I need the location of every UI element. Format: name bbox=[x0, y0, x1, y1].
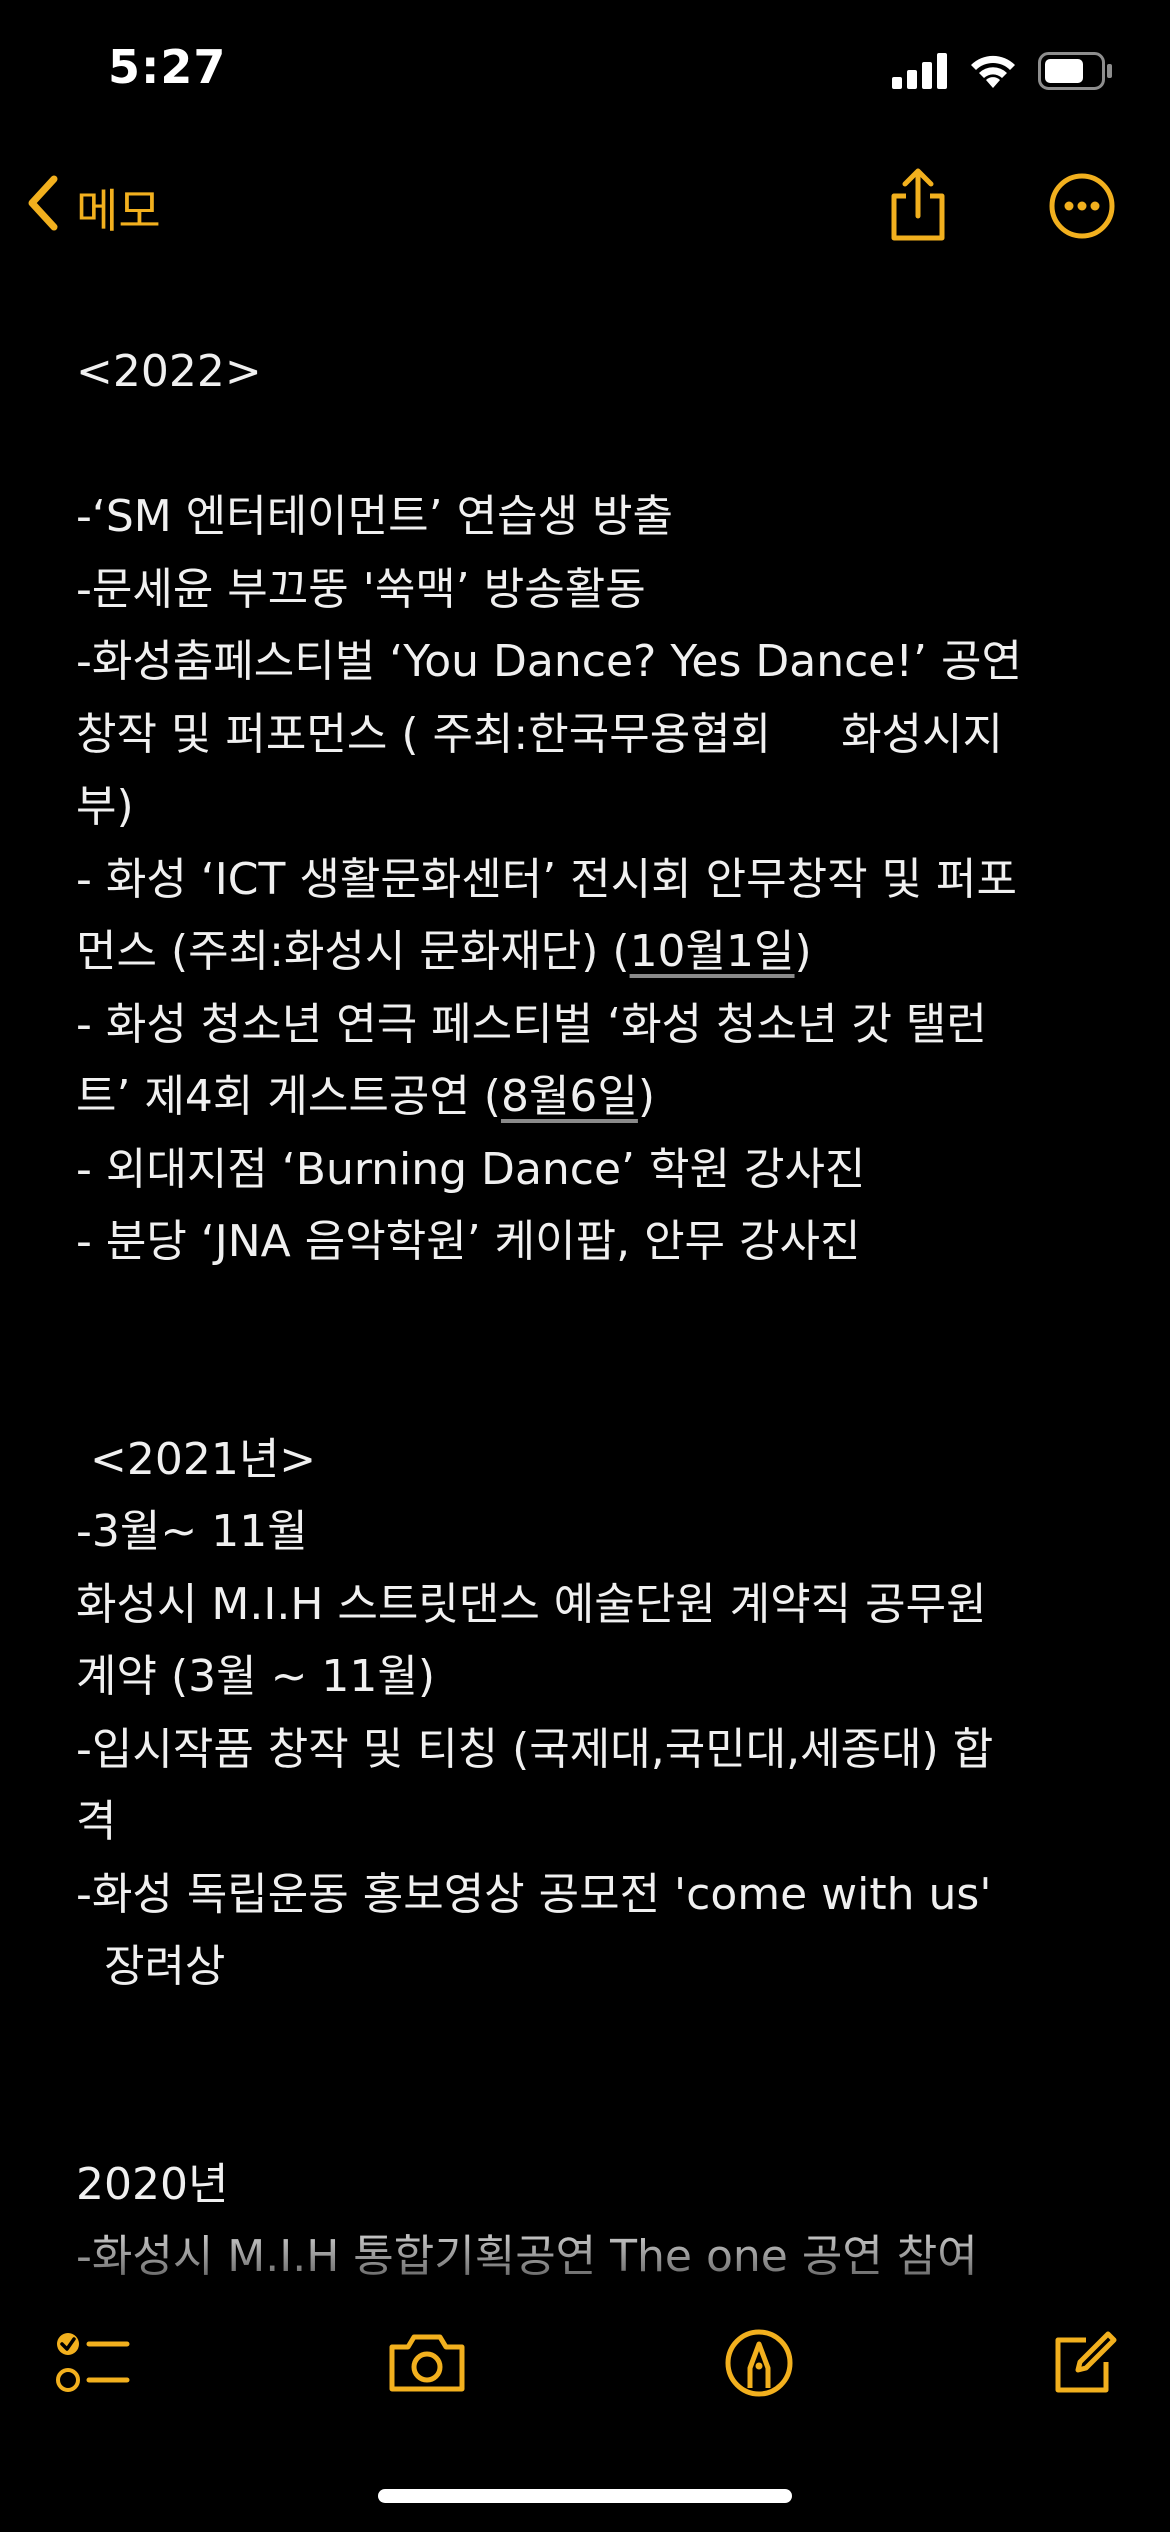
note-line: <2021년> bbox=[76, 1433, 317, 1485]
note-line: 2020년 bbox=[76, 2158, 229, 2210]
note-line: - 화성 청소년 연극 페스티벌 ‘화성 청소년 갓 탤런 bbox=[76, 998, 987, 1050]
note-line: -화성시 M.I.H 통합기획공연 The one 공연 참여 bbox=[76, 2231, 978, 2282]
note-line: 격 bbox=[76, 1796, 117, 1847]
status-bar: 5:27 bbox=[0, 0, 1170, 140]
note-line: - 분당 ‘JNA 음악학원’ 케이팝, 안무 강사진 bbox=[76, 1216, 861, 1267]
back-button[interactable]: 메모 bbox=[22, 170, 161, 246]
nav-bar: 메모 bbox=[0, 150, 1170, 265]
note-line: -화성춤페스티벌 ‘You Dance? Yes Dance!’ 공연 bbox=[76, 636, 1022, 687]
date-link[interactable]: 10월1일 bbox=[630, 926, 795, 977]
note-line: 트’ 제4회 게스트공연 (8월6일) bbox=[76, 1071, 656, 1122]
note-line: <2022> bbox=[76, 346, 262, 397]
note-line: - 화성 ‘ICT 생활문화센터’ 전시회 안무창작 및 퍼포 bbox=[76, 853, 1017, 905]
compose-button[interactable] bbox=[1038, 2320, 1128, 2410]
chevron-left-icon bbox=[22, 173, 62, 244]
markup-pen-icon bbox=[724, 2328, 794, 2402]
status-time: 5:27 bbox=[108, 40, 227, 94]
note-line: 먼스 (주최:화성시 문화재단) (10월1일) bbox=[76, 926, 812, 977]
share-icon bbox=[886, 168, 950, 248]
note-line: -3월~ 11월 bbox=[76, 1506, 308, 1557]
note-line: - 외대지점 ‘Burning Dance’ 학원 강사진 bbox=[76, 1143, 866, 1195]
note-line bbox=[76, 2004, 1106, 2077]
back-label: 메모 bbox=[76, 184, 161, 238]
note-line: -입시작품 창작 및 티칭 (국제대,국민대,세종대) 합 bbox=[76, 1723, 994, 1775]
more-button[interactable] bbox=[1044, 170, 1120, 246]
checklist-button[interactable] bbox=[48, 2320, 138, 2410]
note-line: -‘SM 엔터테이먼트’ 연습생 방출 bbox=[76, 491, 673, 542]
more-options-icon bbox=[1048, 172, 1116, 244]
cellular-signal-icon bbox=[892, 53, 948, 93]
share-button[interactable] bbox=[880, 168, 956, 248]
note-line: 장려상 bbox=[76, 1941, 226, 1992]
note-line: 화성시 M.I.H 스트릿댄스 예술단원 계약직 공무원 bbox=[76, 1578, 987, 1630]
note-line: -문세윤 부끄뚱 '쑥맥’ 방송활동 bbox=[76, 563, 646, 615]
note-line: 창작 및 퍼포먼스 ( 주최:한국무용협회 화성시지 bbox=[76, 708, 1003, 760]
note-line: 계약 (3월 ~ 11월) bbox=[76, 1651, 436, 1702]
home-indicator bbox=[378, 2489, 792, 2503]
note-line: 부) bbox=[76, 781, 134, 832]
note-line bbox=[76, 409, 1106, 482]
camera-button[interactable] bbox=[382, 2320, 472, 2410]
status-icons bbox=[892, 52, 1114, 94]
note-body[interactable]: <2022> -‘SM 엔터테이먼트’ 연습생 방출 -문세윤 부끄뚱 '쑥맥’ 방… bbox=[76, 336, 1106, 2291]
note-line: -화성 독립운동 홍보영상 공모전 'come with us' bbox=[76, 1868, 992, 1920]
date-link[interactable]: 8월6일 bbox=[501, 1071, 638, 1122]
checklist-icon bbox=[55, 2328, 131, 2402]
compose-icon bbox=[1048, 2328, 1118, 2402]
markup-button[interactable] bbox=[714, 2320, 804, 2410]
wifi-icon bbox=[968, 52, 1018, 94]
bottom-toolbar bbox=[0, 2320, 1170, 2410]
note-line bbox=[76, 2076, 1106, 2149]
battery-icon bbox=[1038, 52, 1114, 94]
camera-icon bbox=[386, 2331, 468, 2399]
note-line bbox=[76, 1351, 1106, 1424]
note-line bbox=[76, 1279, 1106, 1352]
